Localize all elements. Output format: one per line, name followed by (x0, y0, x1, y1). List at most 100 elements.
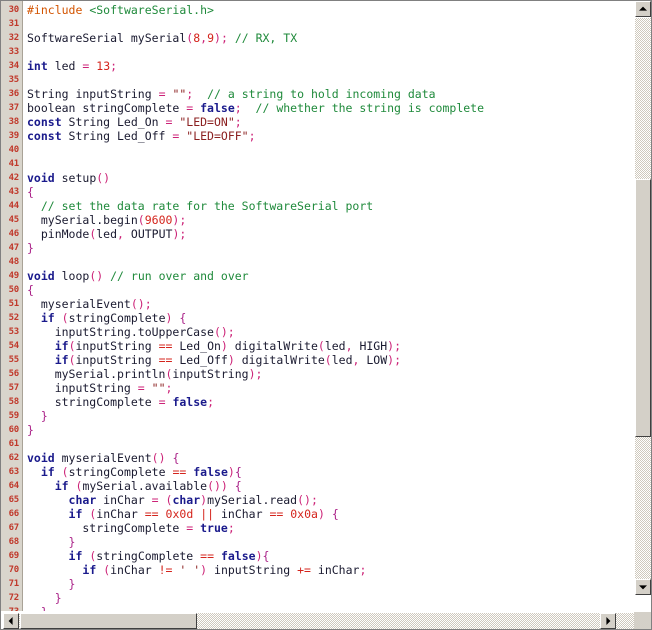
vertical-scrollbar[interactable] (634, 1, 652, 613)
code-line[interactable]: inputString = ""; (27, 381, 635, 395)
code-line[interactable]: void setup() (27, 171, 635, 185)
vertical-scrollbar-thumb[interactable] (635, 179, 651, 437)
code-line[interactable]: int led = 13; (27, 59, 635, 73)
line-number: 42 (8, 173, 20, 183)
code-token-kw: const (27, 129, 62, 143)
code-token-kw: false (172, 395, 208, 409)
line-number: 47 (8, 243, 20, 253)
code-line[interactable]: { (27, 185, 635, 199)
code-token-kw: false (193, 465, 228, 479)
code-line[interactable]: } (27, 605, 635, 611)
horizontal-scrollbar[interactable] (1, 612, 635, 630)
code-line[interactable]: if (inChar == 0x0d || inChar == 0x0a) { (27, 507, 635, 521)
code-token-cmt: // RX, TX (234, 31, 298, 45)
code-token-plain: loop (54, 269, 90, 283)
code-token-str: ' ' (179, 563, 201, 577)
code-token-punc: ; (207, 395, 214, 409)
code-line[interactable]: void myserialEvent() { (27, 451, 635, 465)
code-token-plain: inputString (27, 381, 138, 395)
code-line[interactable]: char inChar = (char)mySerial.read(); (27, 493, 635, 507)
code-token-brace: { (179, 311, 187, 325)
code-token-brace: } (27, 577, 76, 591)
code-token-kw: void (27, 451, 55, 465)
code-line[interactable]: // set the data rate for the SoftwareSer… (27, 199, 635, 213)
code-line[interactable]: void loop() // run over and over (27, 269, 635, 283)
code-line[interactable]: stringComplete = false; (27, 395, 635, 409)
scroll-left-arrow-icon[interactable] (3, 613, 19, 629)
code-line[interactable]: } (27, 241, 635, 255)
code-line[interactable] (27, 437, 635, 451)
code-token-punc: ( (61, 311, 69, 325)
code-line[interactable] (27, 73, 635, 87)
code-line[interactable]: boolean stringComplete = false; // wheth… (27, 101, 635, 115)
code-token-op: != (158, 563, 173, 577)
line-number: 73 (1, 605, 22, 611)
line-number: 34 (8, 61, 20, 71)
code-token-op: == (158, 339, 173, 353)
code-token-kw: if (40, 465, 55, 479)
code-line[interactable]: } (27, 423, 635, 437)
code-text-area[interactable]: #include <SoftwareSerial.h> SoftwareSeri… (23, 1, 635, 611)
code-line[interactable]: if (stringComplete) { (27, 311, 635, 325)
code-line[interactable]: String inputString = ""; // a string to … (27, 87, 635, 101)
scroll-up-arrow-icon[interactable] (635, 1, 651, 17)
code-token-cmt: // run over and over (110, 269, 249, 283)
code-token-op: || (200, 507, 215, 521)
scroll-down-arrow-icon[interactable] (635, 579, 651, 595)
code-line[interactable]: } (27, 409, 635, 423)
line-number: 48 (8, 257, 20, 267)
code-line[interactable]: } (27, 535, 635, 549)
code-line[interactable]: inputString.toUpperCase(); (27, 325, 635, 339)
code-token-plain: myserialEvent (54, 451, 152, 465)
code-token-punc: ; (394, 339, 402, 353)
code-token-num: 9 (207, 31, 214, 45)
code-editor-viewport[interactable]: 30 31 32 33 34 35 36 37 38 39 40 41 42 43 44 45 46 47 48 49… (1, 1, 635, 611)
code-token-plain: boolean stringComplete (27, 101, 187, 115)
code-line[interactable]: stringComplete = true; (27, 521, 635, 535)
code-token-plain: mySerial.begin (27, 213, 138, 227)
code-line[interactable]: if (stringComplete == false){ (27, 549, 635, 563)
code-line[interactable]: if (stringComplete == false){ (27, 465, 635, 479)
code-token-punc: ( (317, 339, 325, 353)
line-number: 41 (8, 159, 20, 169)
code-line[interactable] (27, 17, 635, 31)
code-line[interactable]: if (mySerial.available()) { (27, 479, 635, 493)
code-token-plain: inChar (96, 507, 145, 521)
code-token-plain: inputString (75, 353, 159, 367)
code-token-str: "" (151, 381, 166, 395)
code-line[interactable]: } (27, 591, 635, 605)
code-line[interactable]: const String Led_Off = "LED=OFF"; (27, 129, 635, 143)
line-number: 67 (8, 523, 20, 533)
code-token-punc: ) (255, 549, 263, 563)
code-line[interactable] (27, 255, 635, 269)
code-line[interactable]: { (27, 283, 635, 297)
code-line[interactable]: SoftwareSerial mySerial(8,9); // RX, TX (27, 31, 635, 45)
code-line[interactable]: if(inputString == Led_On) digitalWrite(l… (27, 339, 635, 353)
code-line[interactable]: } (27, 577, 635, 591)
code-line[interactable]: if(inputString == Led_Off) digitalWrite(… (27, 353, 635, 367)
code-token-kw: if (82, 563, 97, 577)
code-line[interactable]: #include <SoftwareSerial.h> (27, 3, 635, 17)
code-line[interactable]: mySerial.begin(9600); (27, 213, 635, 227)
code-line[interactable]: if (inChar != ' ') inputString += inChar… (27, 563, 635, 577)
code-line[interactable]: mySerial.println(inputString); (27, 367, 635, 381)
code-token-plain: stringComplete (27, 395, 159, 409)
code-token-op: == (144, 507, 159, 521)
line-number: 53 (8, 327, 20, 337)
scroll-right-arrow-icon[interactable] (600, 613, 616, 629)
horizontal-scrollbar-thumb[interactable] (20, 613, 197, 629)
line-number: 30 (8, 5, 20, 15)
code-line[interactable] (27, 157, 635, 171)
code-token-str: "" (172, 87, 187, 101)
code-line[interactable]: const String Led_On = "LED=ON"; (27, 115, 635, 129)
code-token-kw: void (27, 171, 55, 185)
line-number: 40 (8, 145, 20, 155)
code-line[interactable]: pinMode(led, OUTPUT); (27, 227, 635, 241)
code-line[interactable]: myserialEvent(); (27, 297, 635, 311)
code-line[interactable] (27, 45, 635, 59)
code-line[interactable] (27, 143, 635, 157)
